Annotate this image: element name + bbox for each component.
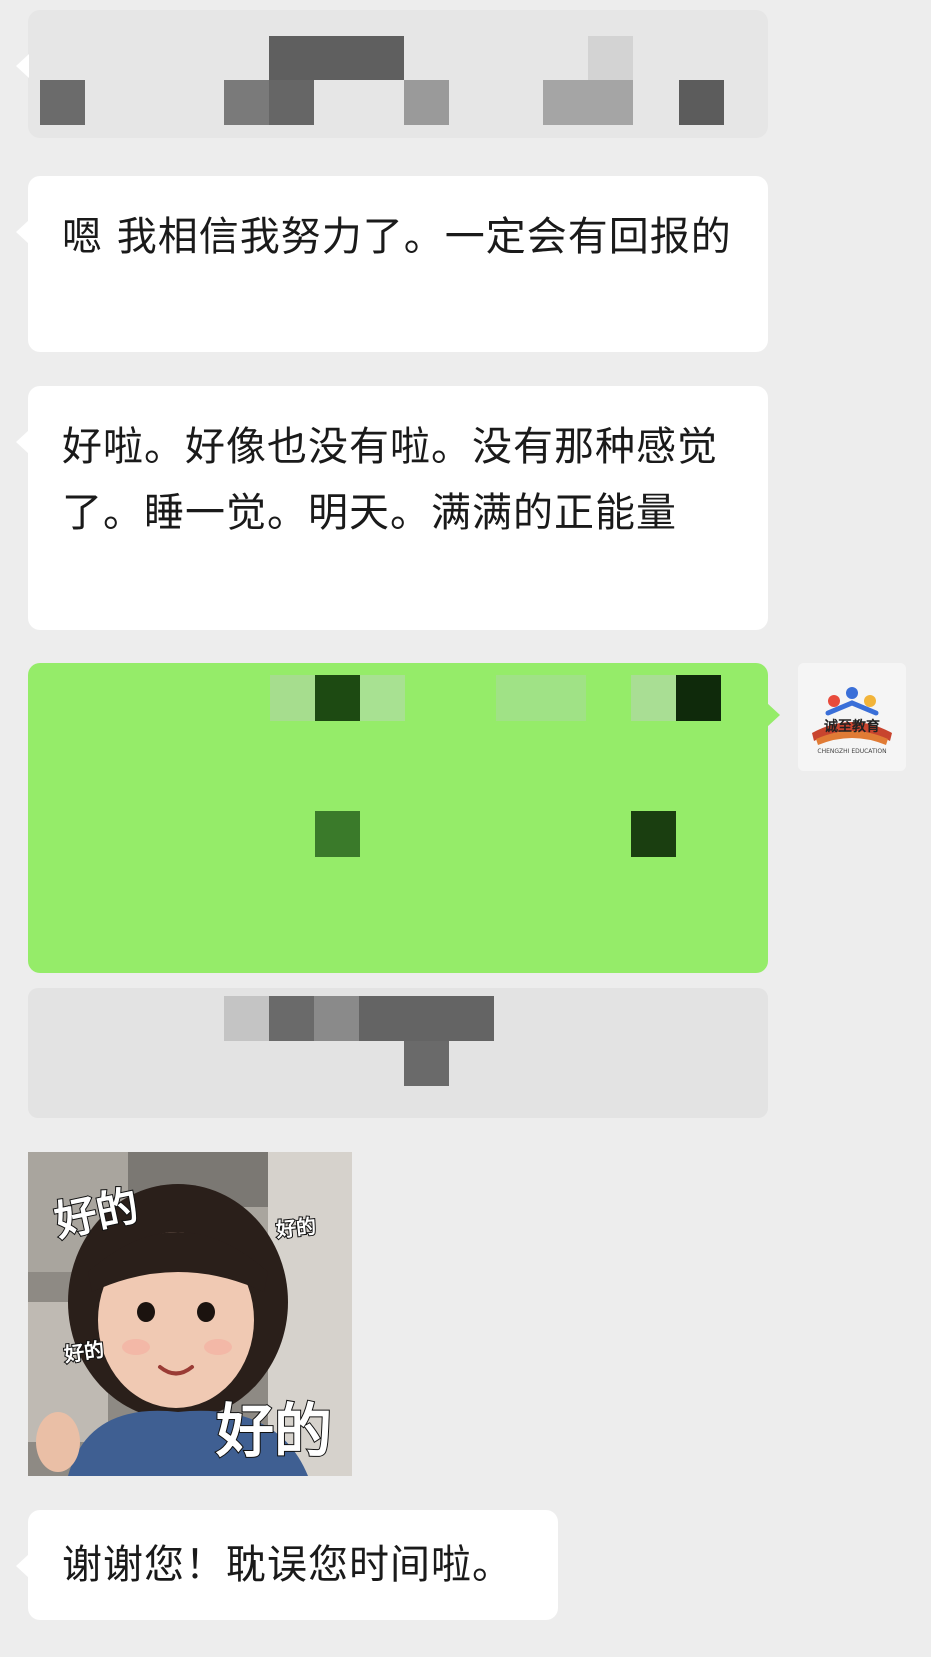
censored-message-top[interactable] bbox=[16, 10, 768, 138]
message-text: 谢谢您！耽误您时间啦。 bbox=[62, 1542, 513, 1588]
censor-block bbox=[224, 996, 269, 1041]
censored-quote-block[interactable] bbox=[28, 988, 768, 1118]
sticker-caption: 好的 bbox=[274, 1213, 318, 1243]
sticker-image[interactable]: 好的 好的 好的 好的 bbox=[28, 1152, 352, 1476]
censor-block bbox=[224, 80, 269, 125]
censor-block bbox=[496, 675, 586, 721]
censor-block bbox=[676, 675, 721, 721]
censored-outgoing-message[interactable] bbox=[28, 663, 780, 973]
censor-block bbox=[315, 675, 360, 721]
censor-block bbox=[269, 36, 404, 80]
censor-block bbox=[679, 80, 724, 125]
censor-block bbox=[269, 80, 314, 125]
censor-block bbox=[588, 36, 633, 80]
censor-block bbox=[315, 811, 360, 857]
censor-block bbox=[404, 1041, 449, 1086]
incoming-message[interactable]: 好啦。好像也没有啦。没有那种感觉了。睡一觉。明天。满满的正能量 bbox=[16, 386, 768, 630]
censor-block bbox=[269, 996, 314, 1041]
sender-avatar[interactable]: 诚至教育 CHENGZHI EDUCATION bbox=[798, 663, 906, 771]
avatar-logo-icon: 诚至教育 CHENGZHI EDUCATION bbox=[798, 663, 906, 771]
censor-block bbox=[314, 996, 359, 1041]
censor-block bbox=[631, 675, 676, 721]
message-text: 嗯 我相信我努力了。一定会有回报的 bbox=[62, 214, 732, 260]
avatar-logo-text: 诚至教育 bbox=[824, 718, 880, 735]
censor-block bbox=[270, 675, 315, 721]
message-text: 好啦。好像也没有啦。没有那种感觉了。睡一觉。明天。满满的正能量 bbox=[62, 424, 718, 536]
incoming-message[interactable]: 嗯 我相信我努力了。一定会有回报的 bbox=[16, 176, 768, 352]
sticker-caption: 好的 bbox=[215, 1396, 333, 1466]
avatar-logo-subtext: CHENGZHI EDUCATION bbox=[817, 748, 886, 755]
censor-block bbox=[359, 996, 494, 1041]
chat-window: 嗯 我相信我努力了。一定会有回报的 好啦。好像也没有啦。没有那种感觉了。睡一觉。… bbox=[0, 0, 931, 1657]
censor-block bbox=[631, 811, 676, 857]
sticker-caption: 好的 bbox=[62, 1336, 107, 1367]
censor-block bbox=[404, 80, 449, 125]
censor-block bbox=[40, 80, 85, 125]
censor-block bbox=[360, 675, 405, 721]
censor-block bbox=[543, 80, 633, 125]
incoming-message[interactable]: 谢谢您！耽误您时间啦。 bbox=[16, 1510, 558, 1620]
